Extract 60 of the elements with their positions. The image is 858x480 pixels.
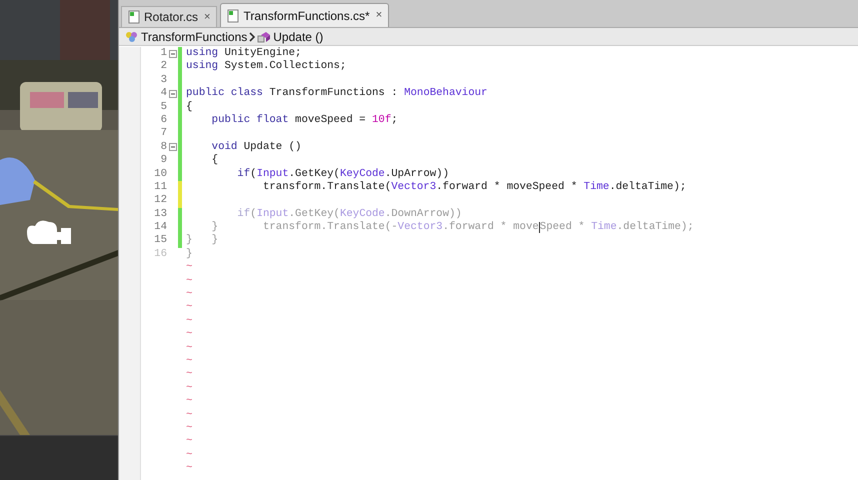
- collapse-icon[interactable]: [169, 143, 177, 152]
- file-tab[interactable]: TransformFunctions.cs* ×: [220, 3, 390, 27]
- line-number: 6: [160, 114, 168, 128]
- empty-line-mark: ~: [185, 342, 192, 355]
- code-line: {: [185, 100, 192, 114]
- collapse-icon[interactable]: [169, 50, 177, 58]
- code-line: public class TransformFunctions : MonoBehaviour: [185, 87, 488, 101]
- line-number: 11: [153, 180, 168, 194]
- close-button[interactable]: ×: [376, 7, 382, 24]
- empty-line-mark: ~: [185, 261, 192, 275]
- empty-line-mark: ~: [185, 435, 192, 449]
- line-number: 10: [153, 168, 168, 181]
- empty-line-mark: ~: [185, 422, 192, 436]
- code-line: public float moveSpeed = 10f;: [210, 114, 398, 128]
- empty-line-mark: ~: [185, 274, 192, 288]
- line-number: 12: [153, 194, 168, 208]
- method-icon: [257, 30, 272, 42]
- empty-line-mark: ~: [185, 368, 192, 382]
- line-number: 3: [160, 74, 168, 88]
- line-number: 7: [160, 127, 168, 141]
- code-line: void Update (): [210, 140, 302, 154]
- empty-line-mark: ~: [185, 301, 192, 315]
- line-number: 8: [160, 140, 168, 154]
- line-number: 4: [160, 87, 168, 101]
- collapse-icon[interactable]: [169, 90, 177, 98]
- line-number: 15: [153, 234, 168, 248]
- empty-line-mark: ~: [185, 288, 192, 302]
- code-line: transform.Translate(Vector3.forward * moveSpeed * Time.deltaTime);: [262, 180, 686, 194]
- line-number: 1: [160, 47, 168, 60]
- text-cursor: [538, 222, 540, 234]
- empty-line-mark: ~: [185, 314, 192, 328]
- line-number: 13: [153, 208, 168, 222]
- line-number: 5: [160, 100, 168, 114]
- chevron-icon: [249, 32, 256, 42]
- file-tab[interactable]: Rotator.cs ×: [121, 6, 218, 27]
- empty-line-mark: ~: [185, 448, 192, 462]
- document-icon: [227, 8, 240, 22]
- line-number: 2: [160, 60, 168, 74]
- empty-line-mark: ~: [185, 328, 192, 342]
- code-line: if(Input.GetKey(KeyCode.UpArrow)): [236, 168, 449, 181]
- empty-line-mark: ~: [185, 408, 192, 422]
- code-line: } transform.Translate(-Vector3.forward * moveSpeed * Time.deltaTime);: [210, 221, 694, 234]
- code-line: {: [210, 154, 218, 168]
- breadcrumb-item[interactable]: Update (): [273, 28, 324, 46]
- empty-line-mark: ~: [185, 354, 192, 368]
- code-line: if(Input.GetKey(KeyCode.DownArrow)): [236, 208, 462, 221]
- code-line: using System.Collections;: [185, 60, 346, 74]
- code-line: using UnityEngine;: [185, 47, 302, 60]
- line-number: 9: [160, 154, 168, 168]
- code-line: }: [185, 248, 192, 262]
- empty-line-mark: ~: [185, 462, 192, 476]
- class-icon: [125, 30, 139, 42]
- empty-line-mark: ~: [185, 395, 192, 409]
- code-line: } }: [185, 234, 218, 248]
- line-number: 14: [153, 221, 168, 234]
- breadcrumb-item[interactable]: TransformFunctions: [141, 28, 248, 46]
- empty-line-mark: ~: [185, 382, 192, 396]
- close-button[interactable]: ×: [204, 8, 210, 26]
- line-number: 16: [153, 248, 168, 262]
- document-icon: [128, 10, 140, 24]
